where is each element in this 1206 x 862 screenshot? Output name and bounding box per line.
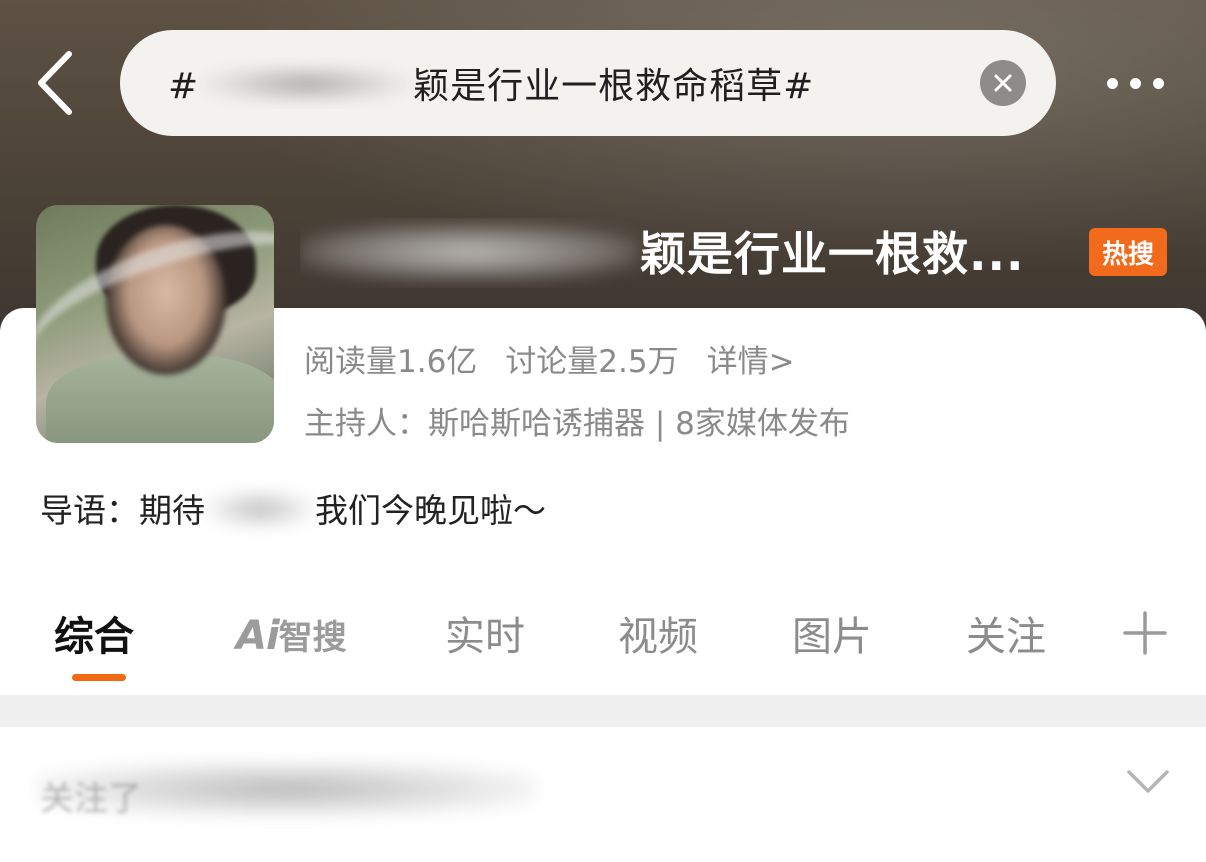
add-tab-icon[interactable] bbox=[1122, 610, 1168, 656]
intro-prefix: 导语：期待 bbox=[40, 491, 205, 530]
feed-item-text: 关注了 bbox=[40, 779, 142, 819]
search-bar[interactable]: # 颖是行业一根救命稻草# bbox=[120, 30, 1056, 136]
chevron-left-icon bbox=[38, 51, 72, 115]
read-count: 阅读量1.6亿 bbox=[304, 344, 478, 380]
tab-comprehensive[interactable]: 综合 bbox=[54, 604, 134, 662]
tab-follow[interactable]: 关注 bbox=[966, 604, 1046, 662]
discuss-count: 讨论量2.5万 bbox=[505, 344, 679, 380]
topic-title-suffix: 颖是行业一根救... bbox=[640, 227, 1025, 281]
search-query[interactable]: # 颖是行业一根救命稻草# bbox=[168, 57, 980, 109]
redacted-blur bbox=[205, 488, 315, 530]
topic-stats: 阅读量1.6亿 讨论量2.5万 详情> bbox=[304, 336, 795, 381]
redacted-blur bbox=[300, 224, 640, 280]
more-options-button[interactable] bbox=[1090, 58, 1180, 108]
topic-intro: 导语：期待 我们今晚见啦～ bbox=[40, 484, 546, 532]
search-text-prefix: # bbox=[168, 66, 200, 107]
more-dot-icon bbox=[1152, 77, 1164, 89]
ai-search-label: 智搜 bbox=[278, 618, 347, 658]
detail-link[interactable]: 详情> bbox=[707, 336, 795, 381]
more-dot-icon bbox=[1106, 77, 1118, 89]
search-text-suffix: 颖是行业一根救命稻草# bbox=[413, 66, 815, 107]
close-icon bbox=[994, 74, 1012, 92]
topic-avatar[interactable] bbox=[36, 205, 274, 443]
back-button[interactable] bbox=[22, 48, 88, 118]
collapsed-feed-item[interactable]: 关注了 bbox=[0, 727, 1206, 862]
ai-logo-icon: Ai bbox=[236, 613, 280, 659]
topic-title: 颖是行业一根救... bbox=[300, 218, 1060, 288]
redacted-blur bbox=[201, 64, 412, 104]
chevron-down-icon[interactable] bbox=[1126, 767, 1170, 797]
intro-suffix: 我们今晚见啦～ bbox=[315, 491, 546, 530]
host-info: 主持人：斯哈斯哈诱捕器 | 8家媒体发布 bbox=[304, 406, 850, 442]
tab-video[interactable]: 视频 bbox=[618, 604, 698, 662]
tab-ai-search[interactable]: Ai智搜 bbox=[236, 610, 347, 659]
tab-bar: 综合 Ai智搜 实时 视频 图片 关注 bbox=[0, 596, 1206, 688]
tab-realtime[interactable]: 实时 bbox=[445, 604, 525, 662]
clear-search-button[interactable] bbox=[980, 60, 1026, 106]
section-divider bbox=[0, 695, 1206, 727]
more-dot-icon bbox=[1129, 77, 1141, 89]
tab-images[interactable]: 图片 bbox=[792, 604, 872, 662]
active-tab-indicator bbox=[72, 674, 126, 681]
hot-search-badge: 热搜 bbox=[1089, 228, 1167, 276]
